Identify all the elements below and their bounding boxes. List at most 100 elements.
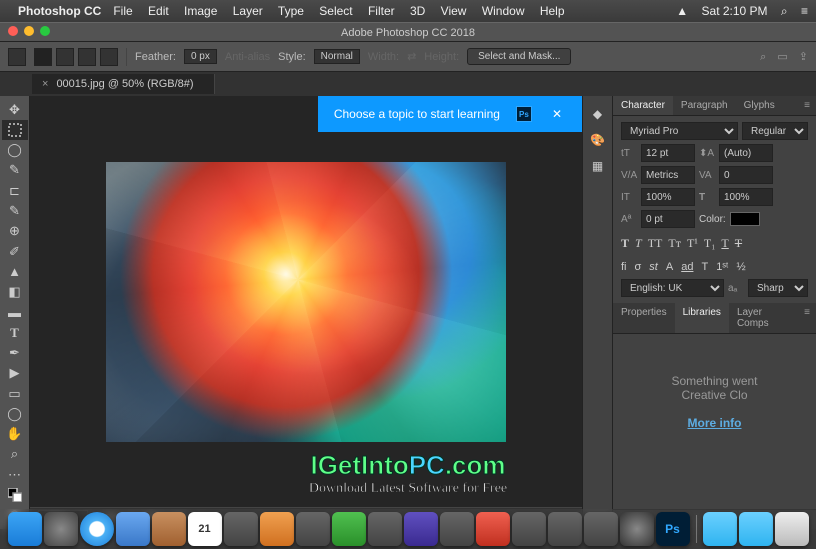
close-window-icon[interactable] [8, 26, 18, 36]
dock-contacts-icon[interactable] [152, 512, 186, 546]
pen-tool[interactable]: ✒ [2, 343, 28, 362]
hand-tool[interactable]: ✋ [2, 425, 28, 444]
font-family-select[interactable]: Myriad Pro [621, 122, 738, 140]
dock-app-icon[interactable] [512, 512, 546, 546]
style-select[interactable]: Normal [314, 49, 360, 64]
banner-close-icon[interactable]: ✕ [548, 107, 566, 121]
dock-calendar-icon[interactable]: 21 [188, 512, 222, 546]
dock-app-icon[interactable] [368, 512, 402, 546]
color-panel-icon[interactable]: 🎨 [588, 130, 608, 150]
titling-button[interactable]: T [701, 261, 708, 273]
type-tool[interactable]: T [2, 323, 28, 342]
color-swatches[interactable] [2, 485, 28, 504]
hscale-input[interactable] [719, 188, 773, 206]
baseline-input[interactable] [641, 210, 695, 228]
app-menu[interactable]: Photoshop CC [18, 4, 101, 18]
allcaps-button[interactable]: TT [648, 236, 663, 251]
faux-bold-button[interactable]: T [621, 236, 629, 251]
dock-safari-icon[interactable] [80, 512, 114, 546]
crop-tool[interactable]: ⊏ [2, 181, 28, 200]
vscale-input[interactable] [641, 188, 695, 206]
font-size-input[interactable] [641, 144, 695, 162]
faux-italic-button[interactable]: T [635, 236, 642, 251]
eyedropper-tool[interactable]: ✎ [2, 201, 28, 220]
selection-subtract-icon[interactable] [78, 48, 96, 66]
menu-view[interactable]: View [441, 4, 467, 18]
dock-preferences-icon[interactable] [620, 512, 654, 546]
leading-input[interactable] [719, 144, 773, 162]
tab-layer-comps[interactable]: Layer Comps [729, 303, 798, 333]
search-icon[interactable]: ⌕ [760, 51, 766, 63]
ellipse-tool[interactable]: ◯ [2, 404, 28, 423]
panel-menu-icon[interactable]: ≡ [798, 96, 816, 115]
clock[interactable]: Sat 2:10 PM [702, 4, 768, 18]
dock-app-icon[interactable] [224, 512, 258, 546]
wifi-icon[interactable]: ▲ [676, 4, 688, 18]
dock-folder-icon[interactable] [703, 512, 737, 546]
learn-panel-icon[interactable]: ◆ [588, 104, 608, 124]
dock-launchpad-icon[interactable] [44, 512, 78, 546]
dock-app-icon[interactable] [548, 512, 582, 546]
smallcaps-button[interactable]: Tᴛ [668, 236, 681, 251]
move-tool[interactable]: ✥ [2, 100, 28, 119]
dock-photoshop-icon[interactable]: Ps [656, 512, 690, 546]
gradient-tool[interactable]: ▬ [2, 303, 28, 322]
selection-intersect-icon[interactable] [100, 48, 118, 66]
tracking-input[interactable] [719, 166, 773, 184]
brush-tool[interactable]: ✐ [2, 242, 28, 261]
selection-add-icon[interactable] [56, 48, 74, 66]
ligatures-button[interactable]: fi [621, 261, 627, 273]
strikethrough-button[interactable]: T [735, 236, 742, 251]
close-tab-icon[interactable]: × [42, 78, 48, 90]
healing-tool[interactable]: ⊕ [2, 222, 28, 241]
tab-libraries[interactable]: Libraries [675, 303, 729, 333]
subscript-button[interactable]: T₁ [704, 236, 716, 251]
tab-glyphs[interactable]: Glyphs [736, 96, 783, 115]
dock-finder-icon[interactable] [8, 512, 42, 546]
share-icon[interactable]: ⇪ [799, 51, 808, 63]
menu-image[interactable]: Image [184, 4, 217, 18]
zoom-window-icon[interactable] [40, 26, 50, 36]
more-info-link[interactable]: More info [623, 416, 806, 430]
swatches-panel-icon[interactable]: ▦ [588, 156, 608, 176]
dock-mail-icon[interactable] [116, 512, 150, 546]
menu-3d[interactable]: 3D [410, 4, 425, 18]
quick-select-tool[interactable]: ✎ [2, 161, 28, 180]
zoom-tool[interactable]: ⌕ [2, 445, 28, 464]
dock-app-icon[interactable] [476, 512, 510, 546]
tab-properties[interactable]: Properties [613, 303, 675, 333]
tool-preset-icon[interactable] [8, 48, 26, 66]
minimize-window-icon[interactable] [24, 26, 34, 36]
menu-type[interactable]: Type [278, 4, 304, 18]
language-select[interactable]: English: UK [621, 279, 724, 297]
dock-app-icon[interactable] [296, 512, 330, 546]
discretionary-button[interactable]: st [649, 261, 658, 273]
stamp-tool[interactable]: ▲ [2, 262, 28, 281]
marquee-tool[interactable] [2, 120, 28, 139]
eraser-tool[interactable]: ◧ [2, 283, 28, 302]
menu-file[interactable]: File [113, 4, 132, 18]
selection-new-icon[interactable] [34, 48, 52, 66]
lasso-tool[interactable]: ◯ [2, 141, 28, 160]
kerning-input[interactable] [641, 166, 695, 184]
feather-input[interactable]: 0 px [184, 49, 217, 64]
workspace-icon[interactable]: ▭ [777, 51, 787, 63]
menu-select[interactable]: Select [319, 4, 352, 18]
dock-trash-icon[interactable] [775, 512, 809, 546]
ordinals-button[interactable]: 1ˢᵗ [716, 261, 728, 273]
antialiasing-select[interactable]: Sharp [748, 279, 808, 297]
superscript-button[interactable]: T¹ [687, 236, 698, 251]
dock-app-icon[interactable] [260, 512, 294, 546]
notifications-icon[interactable]: ≡ [801, 4, 808, 18]
tab-paragraph[interactable]: Paragraph [673, 96, 736, 115]
document-tab[interactable]: × 00015.jpg @ 50% (RGB/8#) [32, 74, 215, 94]
tab-character[interactable]: Character [613, 96, 673, 115]
select-and-mask-button[interactable]: Select and Mask... [467, 48, 571, 65]
underline-button[interactable]: T [721, 236, 728, 251]
font-style-select[interactable]: Regular [742, 122, 808, 140]
dock-app-icon[interactable] [440, 512, 474, 546]
menu-help[interactable]: Help [540, 4, 565, 18]
spotlight-icon[interactable]: ⌕ [781, 4, 788, 18]
panel-menu-icon[interactable]: ≡ [798, 303, 816, 333]
menu-edit[interactable]: Edit [148, 4, 169, 18]
